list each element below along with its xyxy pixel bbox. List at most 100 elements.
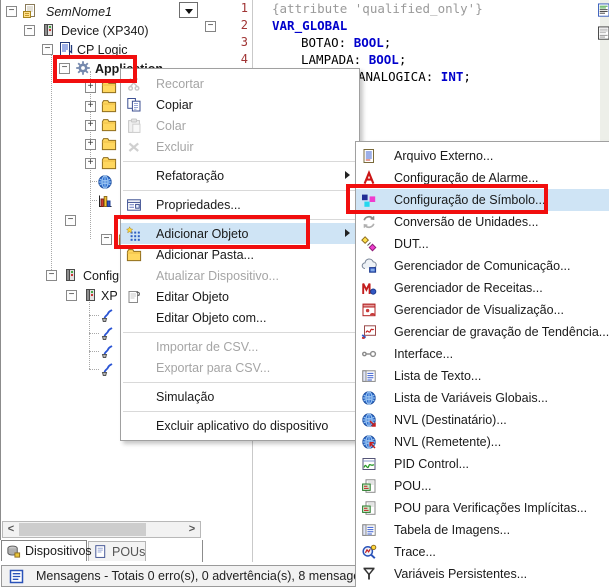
pid-control-icon [361,456,377,472]
edit-object-icon [126,289,142,305]
implementation-view-icon[interactable] [598,26,609,41]
visualization-manager-icon [361,302,377,318]
folder-icon [101,98,117,114]
menu-item-simulacao[interactable]: Simulação [121,386,359,407]
code-line: ANALOGICA: INT; [358,69,471,86]
tree-item-label: CP Logic [77,43,128,57]
expand-icon[interactable] [85,120,96,131]
globe-icon [361,390,377,406]
menu-item-editar-objeto-com[interactable]: Editar Objeto com... [121,307,359,328]
code-line: {attribute 'qualified_only'} [272,1,483,18]
submenu-item-gravacao-tendencia[interactable]: Gerenciar de gravação de Tendência... [356,321,609,343]
submenu-item-gerenciador-comunicacao[interactable]: Gerenciador de Comunicação... [356,255,609,277]
messages-icon [9,569,24,584]
menu-item-excluir: Excluir [121,136,359,157]
expand-icon[interactable] [85,101,96,112]
pou-tab-icon [93,544,108,559]
submenu-item-pou-verificacoes[interactable]: POU para Verificações Implícitas... [356,497,609,519]
submenu-arrow-icon [345,229,350,237]
collapse-icon[interactable] [59,63,70,74]
alarm-config-icon [361,170,377,186]
tree-item-label: XP [101,289,118,303]
text-list-icon [361,368,377,384]
code-line: BOTAO: BOOL; [301,35,391,52]
devices-tab-icon [6,544,21,559]
code-line: LAMPADA: BOOL; [301,52,406,69]
cable-icon [100,343,116,359]
submenu-item-pou[interactable]: POU... [356,475,609,497]
application-gear-icon [75,60,91,76]
submenu-item-configuracao-simbolo[interactable]: Configuração de Símbolo... [356,189,609,211]
submenu-item-trace[interactable]: Trace... [356,541,609,563]
tab-dispositivos[interactable]: Dispositivos [1,540,87,561]
code-fold-icon[interactable] [205,21,216,32]
collapse-icon[interactable] [66,290,77,301]
tree-item-label: SemNome1 [46,5,112,19]
submenu-item-configuracao-alarme[interactable]: Configuração de Alarme... [356,167,609,189]
collapse-icon[interactable] [42,44,53,55]
submenu-item-nvl-destinatario[interactable]: NVL (Destinatário)... [356,409,609,431]
submenu-item-dut[interactable]: DUT... [356,233,609,255]
collapse-icon[interactable] [24,25,35,36]
menu-item-adicionar-objeto[interactable]: Adicionar Objeto [121,223,359,244]
submenu-item-variaveis-persistentes[interactable]: Variáveis Persistentes... [356,563,609,585]
tab-label: POUs [112,545,145,559]
submenu-arrow-icon [345,171,350,179]
collapse-icon[interactable] [46,270,57,281]
menu-item-propriedades[interactable]: Propriedades... [121,194,359,215]
expand-icon[interactable] [85,139,96,150]
collapse-icon[interactable] [101,234,112,245]
menu-item-copiar[interactable]: Copiar [121,94,359,115]
menu-item-adicionar-pasta[interactable]: Adicionar Pasta... [121,244,359,265]
line-number: 1 [204,1,248,15]
menu-separator [123,219,357,220]
expand-icon[interactable] [85,82,96,93]
scroll-right-icon[interactable]: > [184,522,200,537]
scrollbar-thumb[interactable] [19,523,146,536]
trace-icon [361,544,377,560]
tree-dropdown-button[interactable] [179,2,198,18]
tree-item-cp-logic[interactable]: CP Logic [1,40,201,59]
submenu-item-conversao-unidades[interactable]: Conversão de Unidades... [356,211,609,233]
menu-item-atualizar-dispositivo: Atualizar Dispositivo... [121,265,359,286]
menu-separator [123,190,357,191]
expand-icon[interactable] [85,158,96,169]
scissors-icon [126,76,142,92]
horizontal-scrollbar[interactable]: < > [2,521,201,538]
ide-window: 1 2 3 4 5 {attribute 'qualified_only'} V… [0,0,609,587]
submenu-item-nvl-remetente[interactable]: NVL (Remetente)... [356,431,609,453]
tree-item-project[interactable]: SemNome1 [1,2,201,21]
recipe-manager-icon [361,280,377,296]
nvl-sender-icon [361,434,377,450]
trend-recording-icon [361,324,377,340]
menu-separator [123,332,357,333]
communication-manager-icon [361,258,377,274]
submenu-item-arquivo-externo[interactable]: Arquivo Externo... [356,145,609,167]
submenu-item-pid-control[interactable]: PID Control... [356,453,609,475]
collapse-icon[interactable] [6,6,17,17]
cable-icon [100,361,116,377]
submenu-item-tabela-imagens[interactable]: Tabela de Imagens... [356,519,609,541]
tab-pous[interactable]: POUs [88,541,146,561]
submenu-item-lista-variaveis-globais[interactable]: Lista de Variáveis Globais... [356,387,609,409]
menu-item-editar-objeto[interactable]: Editar Objeto [121,286,359,307]
plc-device-icon [82,287,98,303]
external-file-icon [361,148,377,164]
menu-item-exportar-csv: Exportar para CSV... [121,357,359,378]
menu-item-excluir-aplicativo[interactable]: Excluir aplicativo do dispositivo [121,415,359,436]
folder-icon [101,155,117,171]
submenu-item-gerenciador-visualizacao[interactable]: Gerenciador de Visualização... [356,299,609,321]
folder-icon [101,117,117,133]
declaration-view-icon[interactable] [598,3,609,18]
add-object-submenu: Arquivo Externo... Configuração de Alarm… [355,141,609,587]
submenu-item-lista-texto[interactable]: Lista de Texto... [356,365,609,387]
nvl-receiver-icon [361,412,377,428]
scroll-left-icon[interactable]: < [3,522,19,537]
menu-item-refatoracao[interactable]: Refatoração [121,165,359,186]
submenu-item-gerenciador-receitas[interactable]: Gerenciador de Receitas... [356,277,609,299]
submenu-item-interface[interactable]: Interface... [356,343,609,365]
collapse-icon[interactable] [65,215,76,226]
pou-icon [361,500,377,516]
persistent-variables-icon [361,566,377,582]
tree-item-device[interactable]: Device (XP340) [1,21,201,40]
